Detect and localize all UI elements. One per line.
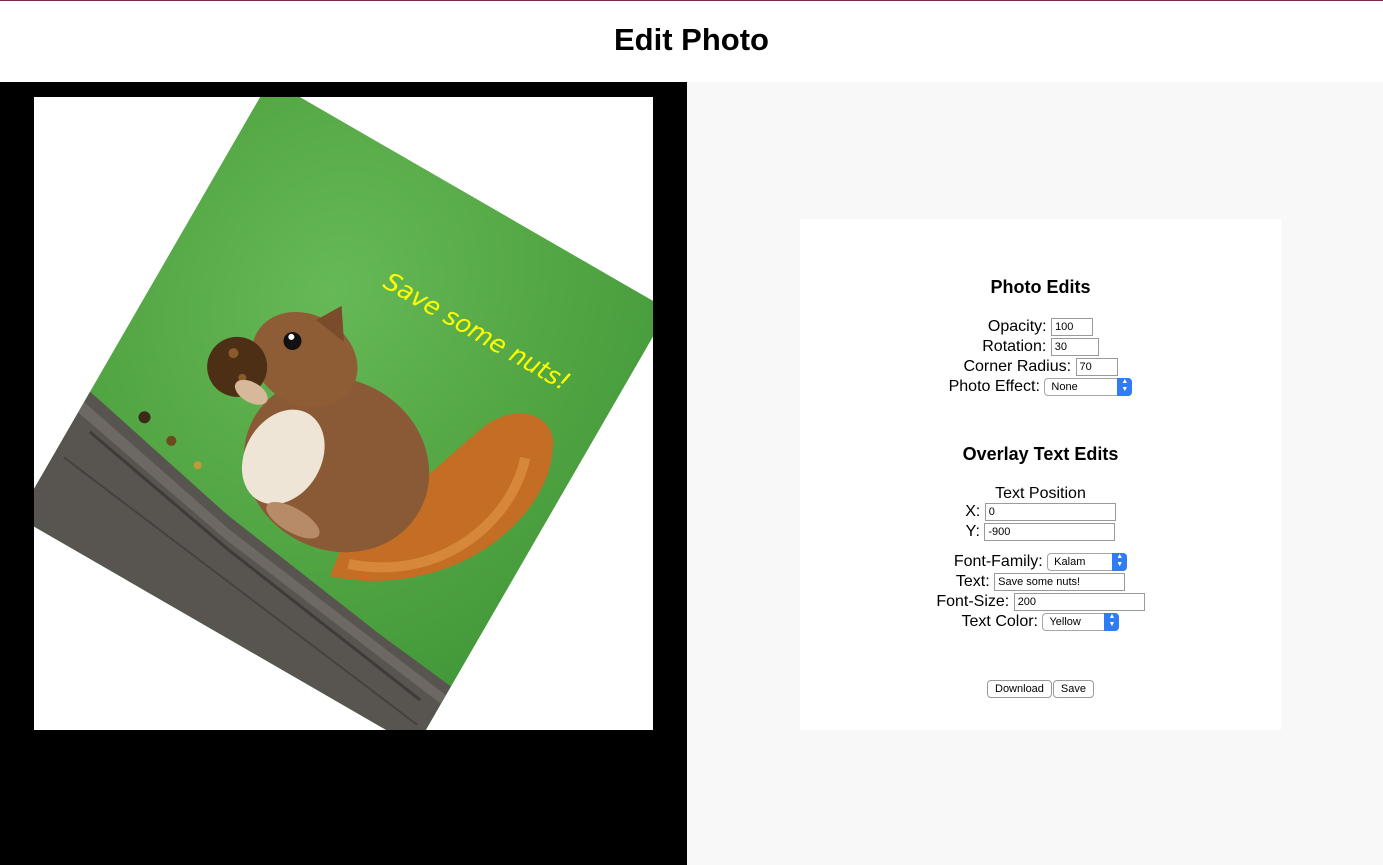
text-position-label: Text Position	[995, 485, 1086, 502]
x-input[interactable]: 0	[984, 503, 1116, 521]
select-arrows-icon: ▲ ▼	[1117, 378, 1133, 396]
text-input[interactable]: Save some nuts!	[994, 573, 1126, 591]
squirrel-photo	[34, 305, 554, 730]
opacity-label: Opacity:	[987, 318, 1047, 335]
font-size-input[interactable]: 200	[1013, 593, 1145, 611]
text-color-value: Yellow	[1049, 616, 1081, 628]
page-title: Edit Photo	[614, 22, 769, 57]
rotation-row: Rotation: 30	[800, 337, 1281, 357]
photo-effect-value: None	[1051, 381, 1078, 393]
font-size-label: Font-Size:	[936, 593, 1010, 610]
save-button[interactable]: Save	[1052, 680, 1094, 698]
text-color-select[interactable]: Yellow ▲ ▼	[1042, 613, 1120, 631]
text-row: Text: Save some nuts!	[800, 572, 1281, 592]
corner-radius-label: Corner Radius:	[963, 358, 1072, 375]
font-family-value: Kalam	[1054, 556, 1086, 568]
select-arrows-icon: ▲ ▼	[1112, 553, 1128, 571]
text-label: Text:	[955, 573, 990, 590]
corner-radius-row: Corner Radius: 70	[800, 357, 1281, 377]
preview-pane: Save some nuts!	[0, 82, 687, 865]
text-color-label: Text Color:	[961, 613, 1038, 630]
action-buttons: Download Save	[800, 680, 1281, 698]
top-border	[0, 0, 1383, 1]
y-input[interactable]: -900	[984, 523, 1116, 541]
corner-radius-input[interactable]: 70	[1075, 358, 1118, 376]
font-family-label: Font-Family:	[953, 553, 1043, 570]
opacity-input[interactable]: 100	[1051, 318, 1094, 336]
font-family-select[interactable]: Kalam ▲ ▼	[1047, 553, 1128, 571]
overlay-text-edits-heading: Overlay Text Edits	[962, 444, 1119, 464]
edited-photo: Save some nuts!	[34, 97, 653, 730]
opacity-row: Opacity: 100	[800, 317, 1281, 337]
y-label: Y:	[965, 523, 980, 540]
y-row: Y: -900	[800, 522, 1281, 542]
text-color-row: Text Color: Yellow ▲ ▼	[800, 612, 1281, 632]
photo-canvas: Save some nuts!	[34, 97, 653, 730]
photo-effect-select[interactable]: None ▲ ▼	[1044, 378, 1133, 396]
photo-effect-row: Photo Effect: None ▲ ▼	[800, 377, 1281, 397]
photo-effect-label: Photo Effect:	[948, 378, 1040, 395]
x-row: X: 0	[800, 502, 1281, 522]
edit-controls-pane: Photo Edits Opacity: 100 Rotation: 30 Co…	[687, 82, 1383, 865]
x-label: X:	[965, 503, 981, 520]
select-arrows-icon: ▲ ▼	[1104, 613, 1120, 631]
download-button[interactable]: Download	[987, 680, 1052, 698]
font-family-row: Font-Family: Kalam ▲ ▼	[800, 552, 1281, 572]
rotation-input[interactable]: 30	[1050, 338, 1099, 356]
rotation-label: Rotation:	[982, 338, 1047, 355]
photo-edits-heading: Photo Edits	[990, 277, 1091, 297]
font-size-row: Font-Size: 200	[800, 592, 1281, 612]
edit-panel: Photo Edits Opacity: 100 Rotation: 30 Co…	[800, 219, 1281, 730]
